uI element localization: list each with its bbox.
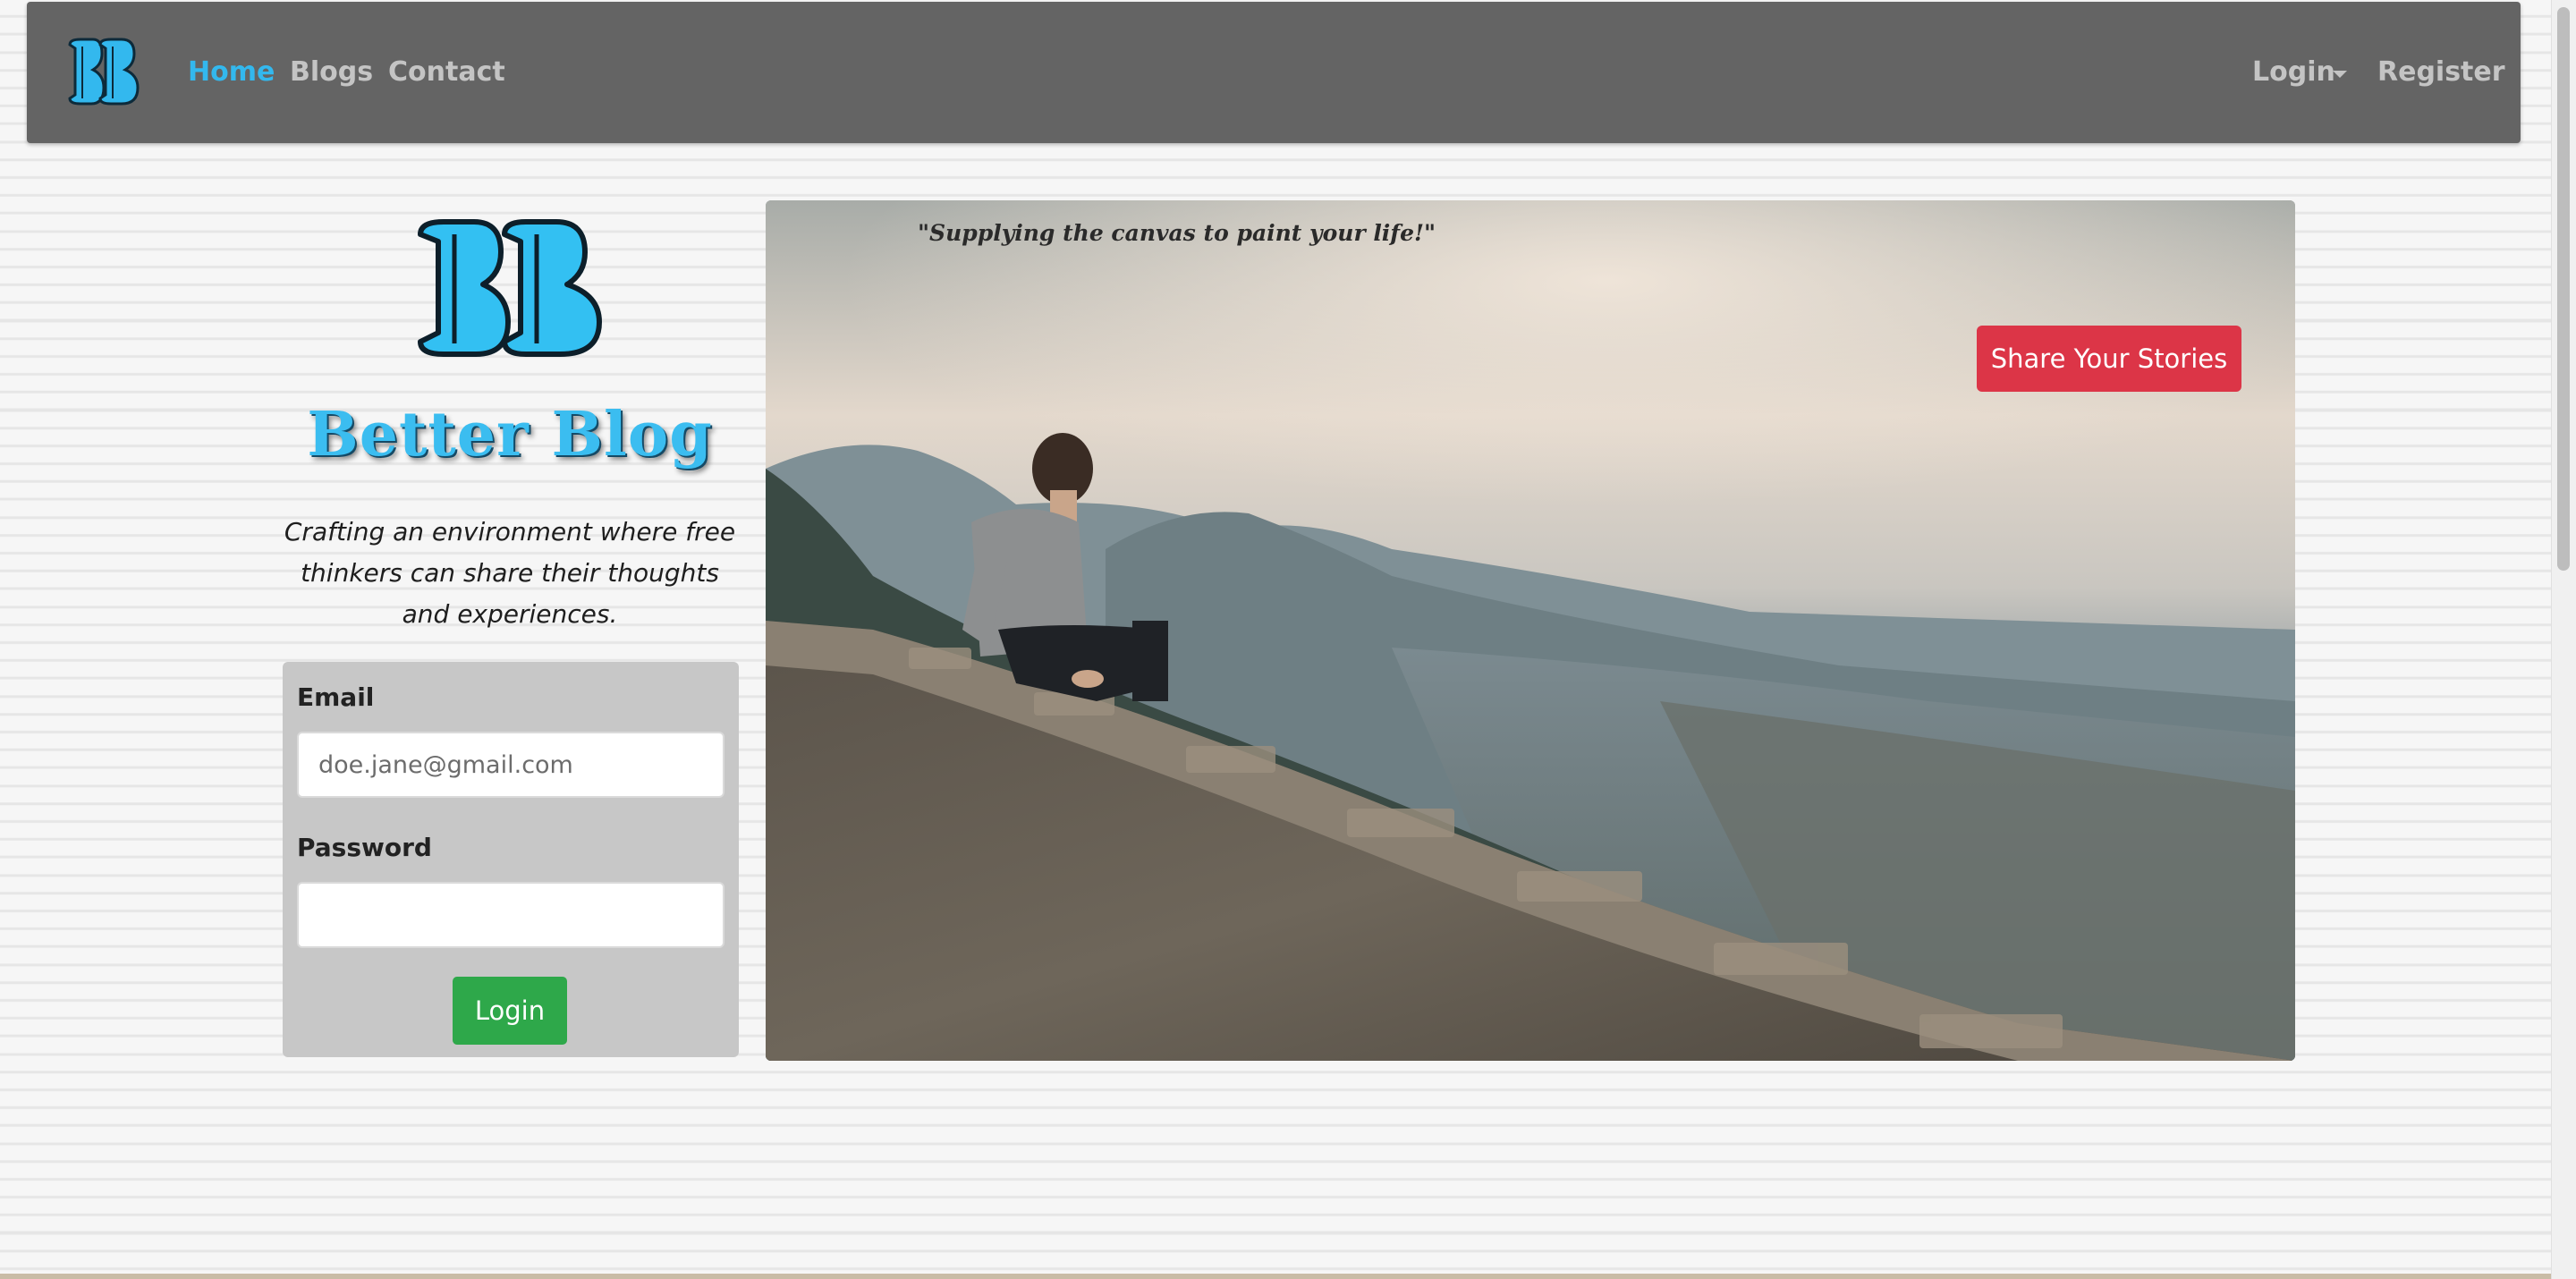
hero-quote: "Supplying the canvas to paint your life… <box>918 220 1436 246</box>
brand-title: Better Blog <box>307 399 713 470</box>
bb-logo-icon[interactable] <box>63 36 141 107</box>
chevron-down-icon[interactable] <box>2333 71 2347 78</box>
nav-blogs-link[interactable]: Blogs <box>290 55 373 89</box>
bb-large-logo-icon <box>418 219 602 357</box>
login-form: Email Password Login <box>283 662 739 1057</box>
scrollbar-thumb[interactable] <box>2557 7 2570 571</box>
password-label: Password <box>297 833 432 862</box>
login-button[interactable]: Login <box>453 977 567 1045</box>
top-navbar: Home Blogs Contact Login Register <box>27 2 2521 143</box>
brand-tagline: Crafting an environment where free think… <box>284 517 736 629</box>
nav-home-link[interactable]: Home <box>188 55 275 89</box>
nav-contact-link[interactable]: Contact <box>388 55 505 89</box>
hero-image: "Supplying the canvas to paint your life… <box>766 200 2295 1061</box>
password-field[interactable] <box>297 882 724 948</box>
nav-login-dropdown[interactable]: Login <box>2252 55 2335 89</box>
window-bottom-edge <box>0 1274 2551 1279</box>
page-scrollbar[interactable] <box>2551 0 2576 1279</box>
share-your-stories-button[interactable]: Share Your Stories <box>1977 326 2241 392</box>
email-field[interactable] <box>297 732 724 798</box>
nav-register-link[interactable]: Register <box>2377 55 2505 89</box>
email-label: Email <box>297 682 375 712</box>
